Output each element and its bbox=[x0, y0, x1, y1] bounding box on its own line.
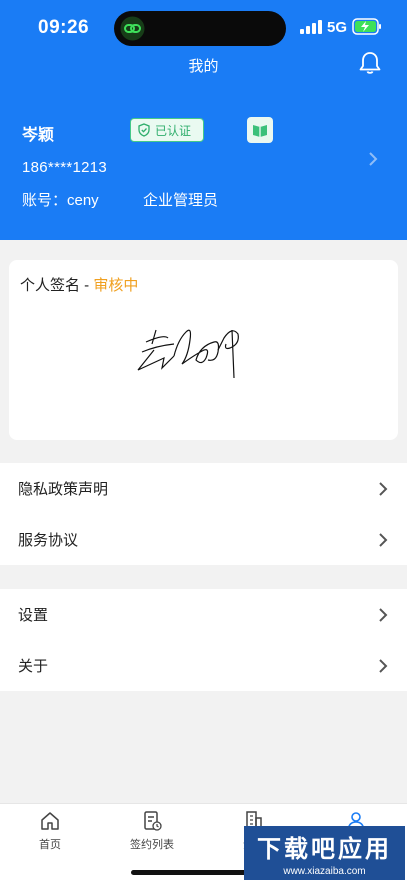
home-icon bbox=[41, 812, 59, 830]
signature-label: 个人签名 - bbox=[20, 277, 94, 294]
dynamic-island bbox=[114, 11, 286, 46]
status-bar: 09:26 5G bbox=[0, 0, 407, 56]
tab-label: 首页 bbox=[39, 839, 61, 851]
verified-badge: 已认证 bbox=[130, 118, 204, 142]
verified-label: 已认证 bbox=[155, 123, 192, 138]
cellular-signal-icon bbox=[300, 20, 322, 34]
bell-icon[interactable] bbox=[357, 50, 383, 76]
menu-item-service-agreement[interactable]: 服务协议 bbox=[0, 514, 407, 565]
open-book-icon bbox=[253, 125, 267, 137]
user-phone: 186****1213 bbox=[22, 159, 108, 176]
menu-item-label: 隐私政策声明 bbox=[18, 481, 109, 498]
chevron-right-icon bbox=[379, 658, 388, 673]
signature-card[interactable]: 个人签名 - 审核中 bbox=[9, 260, 398, 440]
user-role: 企业管理员 bbox=[143, 192, 219, 209]
menu-item-label: 关于 bbox=[18, 658, 49, 675]
menu-item-settings[interactable]: 设置 bbox=[0, 589, 407, 640]
menu-group-policies: 隐私政策声明 服务协议 bbox=[0, 463, 407, 565]
user-account: 账号：ceny bbox=[22, 192, 99, 209]
signature-title: 个人签名 - 审核中 bbox=[20, 274, 138, 295]
watermark-main: 下载吧应用 bbox=[257, 836, 392, 863]
menu-item-about[interactable]: 关于 bbox=[0, 640, 407, 691]
menu-item-privacy-policy[interactable]: 隐私政策声明 bbox=[0, 463, 407, 514]
signature-image bbox=[137, 329, 239, 379]
menu-group-app: 设置 关于 bbox=[0, 589, 407, 691]
chevron-right-icon bbox=[379, 532, 388, 547]
user-name: 岑颖 bbox=[22, 127, 55, 144]
signature-status: 审核中 bbox=[93, 277, 139, 294]
chevron-right-icon[interactable] bbox=[366, 150, 380, 168]
shield-check-icon bbox=[138, 123, 150, 137]
status-time: 09:26 bbox=[38, 17, 90, 38]
tab-contract-list[interactable]: 签约列表 bbox=[102, 810, 202, 852]
contract-list-icon bbox=[144, 811, 162, 831]
watermark-logo: 下载吧应用 www.xiazaiba.com bbox=[244, 826, 405, 880]
open-book-button[interactable] bbox=[247, 117, 273, 143]
link-icon bbox=[120, 16, 145, 41]
network-type: 5G bbox=[327, 19, 348, 36]
watermark-sub: www.xiazaiba.com bbox=[283, 866, 366, 877]
page-title: 我的 bbox=[188, 58, 219, 75]
menu-item-label: 设置 bbox=[18, 607, 49, 624]
menu-item-label: 服务协议 bbox=[18, 532, 79, 549]
tab-home[interactable]: 首页 bbox=[0, 810, 100, 852]
tab-label: 签约列表 bbox=[130, 839, 174, 851]
battery-charging-icon bbox=[352, 18, 381, 35]
chevron-right-icon bbox=[379, 481, 388, 496]
profile-header: 09:26 5G 我的 岑颖 已认证 186****1213 账号：ceny 企… bbox=[0, 0, 407, 240]
chevron-right-icon bbox=[379, 607, 388, 622]
